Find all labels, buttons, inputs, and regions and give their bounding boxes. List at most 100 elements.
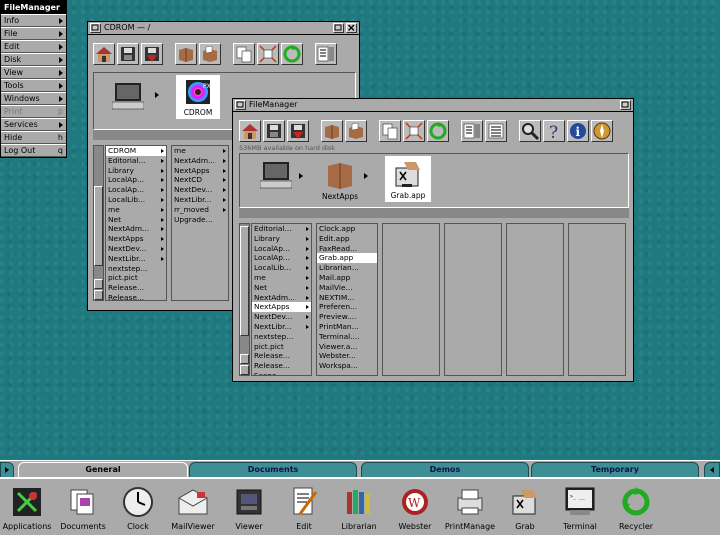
- browser-row[interactable]: Release...: [252, 361, 311, 371]
- browser-row[interactable]: Editorial...: [252, 224, 311, 234]
- browser-row[interactable]: NextAdm...: [252, 293, 311, 303]
- zoom-button[interactable]: [333, 23, 344, 33]
- browser-row[interactable]: Grab.app: [317, 253, 377, 264]
- browser-row[interactable]: LocalAp...: [252, 244, 311, 254]
- new-folder-button[interactable]: [345, 120, 367, 142]
- cdrom-titlebar[interactable]: CDROM — /: [88, 22, 359, 35]
- browser-row[interactable]: NEXTIM...: [317, 293, 377, 303]
- browser-row[interactable]: FaxRead...: [317, 244, 377, 254]
- browser-row[interactable]: NextAdm...: [106, 224, 166, 234]
- help-button[interactable]: ?: [543, 120, 565, 142]
- cdrom-shelf-item[interactable]: PX CDROM: [176, 75, 220, 119]
- browser-row[interactable]: Release...: [106, 293, 166, 300]
- cdrom-browser-scrollbar[interactable]: [93, 145, 104, 301]
- folder-button[interactable]: [321, 120, 343, 142]
- browser-row[interactable]: pict.pict: [106, 273, 166, 283]
- close-button[interactable]: [346, 23, 357, 33]
- dock-tab-demos[interactable]: Demos: [361, 462, 529, 477]
- filemanager-column-4[interactable]: [444, 223, 502, 376]
- home-button[interactable]: [239, 120, 261, 142]
- recycle-button[interactable]: [281, 43, 303, 65]
- menu-item-hide[interactable]: Hide h: [1, 131, 66, 144]
- browser-row[interactable]: Webster...: [317, 351, 377, 361]
- copy-button[interactable]: [379, 120, 401, 142]
- browser-row[interactable]: Release...: [106, 283, 166, 293]
- scroll-knob[interactable]: [240, 226, 249, 336]
- browser-row[interactable]: me: [106, 205, 166, 215]
- filemanager-column-6[interactable]: [568, 223, 626, 376]
- browser-row[interactable]: MailVie...: [317, 283, 377, 293]
- info-button[interactable]: i: [567, 120, 589, 142]
- cdrom-column-1[interactable]: CDROM Editorial... Library LocalAp... LocalA…: [105, 145, 167, 301]
- browser-row[interactable]: Net: [106, 215, 166, 225]
- miniaturize-button[interactable]: [90, 23, 101, 33]
- menu-item-file[interactable]: File: [1, 27, 66, 40]
- menu-item-tools[interactable]: Tools: [1, 79, 66, 92]
- browser-row[interactable]: CDROM: [106, 146, 166, 156]
- miniaturize-button[interactable]: [235, 100, 246, 110]
- menu-item-view[interactable]: View: [1, 66, 66, 79]
- scroll-up-button[interactable]: [94, 279, 103, 289]
- folder-button[interactable]: [175, 43, 197, 65]
- browser-row[interactable]: Upgrade...: [172, 215, 228, 225]
- browser-view-button[interactable]: [461, 120, 483, 142]
- browser-row[interactable]: Terminal....: [317, 332, 377, 342]
- cdrom-column-2[interactable]: me NextAdm... NextApps NextCD NextDev... Next…: [171, 145, 229, 301]
- browser-row[interactable]: Release...: [252, 351, 311, 361]
- dock-tab-documents[interactable]: Documents: [189, 462, 357, 477]
- browser-row[interactable]: Library: [106, 166, 166, 176]
- filemanager-column-1[interactable]: Editorial... Library LocalAp... LocalAp... L…: [251, 223, 312, 376]
- zoom-button[interactable]: [620, 100, 631, 110]
- list-view-button[interactable]: [485, 120, 507, 142]
- filemanager-column-3[interactable]: [382, 223, 440, 376]
- dock-tab-general[interactable]: General: [18, 462, 188, 477]
- move-button[interactable]: [257, 43, 279, 65]
- computer-icon[interactable]: [112, 81, 144, 111]
- find-button[interactable]: [519, 120, 541, 142]
- menu-item-print[interactable]: Print p: [1, 105, 66, 118]
- browser-row[interactable]: NextApps: [106, 234, 166, 244]
- menu-item-info[interactable]: Info: [1, 14, 66, 27]
- dock-scroll-left-button[interactable]: [0, 462, 14, 477]
- browser-row[interactable]: Editorial...: [106, 156, 166, 166]
- browser-row[interactable]: NextCD: [172, 175, 228, 185]
- menu-item-windows[interactable]: Windows: [1, 92, 66, 105]
- browser-row[interactable]: NextApps: [172, 166, 228, 176]
- menu-item-disk[interactable]: Disk: [1, 53, 66, 66]
- browser-row[interactable]: PrintMan...: [317, 322, 377, 332]
- filemanager-column-2[interactable]: Clock.app Edit.app FaxRead... Grab.app Libra…: [316, 223, 378, 376]
- browser-row[interactable]: NextApps: [252, 302, 311, 313]
- computer-icon[interactable]: [260, 160, 292, 190]
- browser-row[interactable]: nextstep...: [106, 264, 166, 274]
- browser-row[interactable]: pict.pict: [252, 342, 311, 352]
- compass-button[interactable]: [591, 120, 613, 142]
- browser-row[interactable]: NextLibr...: [106, 254, 166, 264]
- filemanager-column-5[interactable]: [506, 223, 564, 376]
- browser-row[interactable]: Scene_...: [252, 371, 311, 375]
- browser-row[interactable]: Clock.app: [317, 224, 377, 234]
- dock-tab-temporary[interactable]: Temporary: [531, 462, 699, 477]
- filemanager-browser-scrollbar[interactable]: [239, 223, 250, 376]
- browser-row[interactable]: nextstep...: [252, 332, 311, 342]
- browser-row[interactable]: LocalAp...: [106, 185, 166, 195]
- recycle-button[interactable]: [427, 120, 449, 142]
- dock-scroll-right-button[interactable]: [704, 462, 720, 477]
- browser-row[interactable]: LocalAp...: [106, 175, 166, 185]
- eject-button[interactable]: [287, 120, 309, 142]
- browser-row[interactable]: Workspa...: [317, 361, 377, 371]
- browser-row[interactable]: Library: [252, 234, 311, 244]
- save-button[interactable]: [263, 120, 285, 142]
- home-button[interactable]: [93, 43, 115, 65]
- browser-row[interactable]: NextLibr...: [252, 322, 311, 332]
- browser-row[interactable]: rr_moved: [172, 205, 228, 215]
- browser-row[interactable]: Mail.app: [317, 273, 377, 283]
- browser-row[interactable]: NextAdm...: [172, 156, 228, 166]
- browser-row[interactable]: Preview....: [317, 312, 377, 322]
- save-button[interactable]: [117, 43, 139, 65]
- menu-item-log-out[interactable]: Log Out q: [1, 144, 66, 157]
- browser-view-button[interactable]: [315, 43, 337, 65]
- scroll-up-button[interactable]: [240, 354, 249, 364]
- browser-row[interactable]: LocalLib...: [106, 195, 166, 205]
- browser-row[interactable]: Preferen...: [317, 302, 377, 312]
- browser-row[interactable]: me: [172, 146, 228, 156]
